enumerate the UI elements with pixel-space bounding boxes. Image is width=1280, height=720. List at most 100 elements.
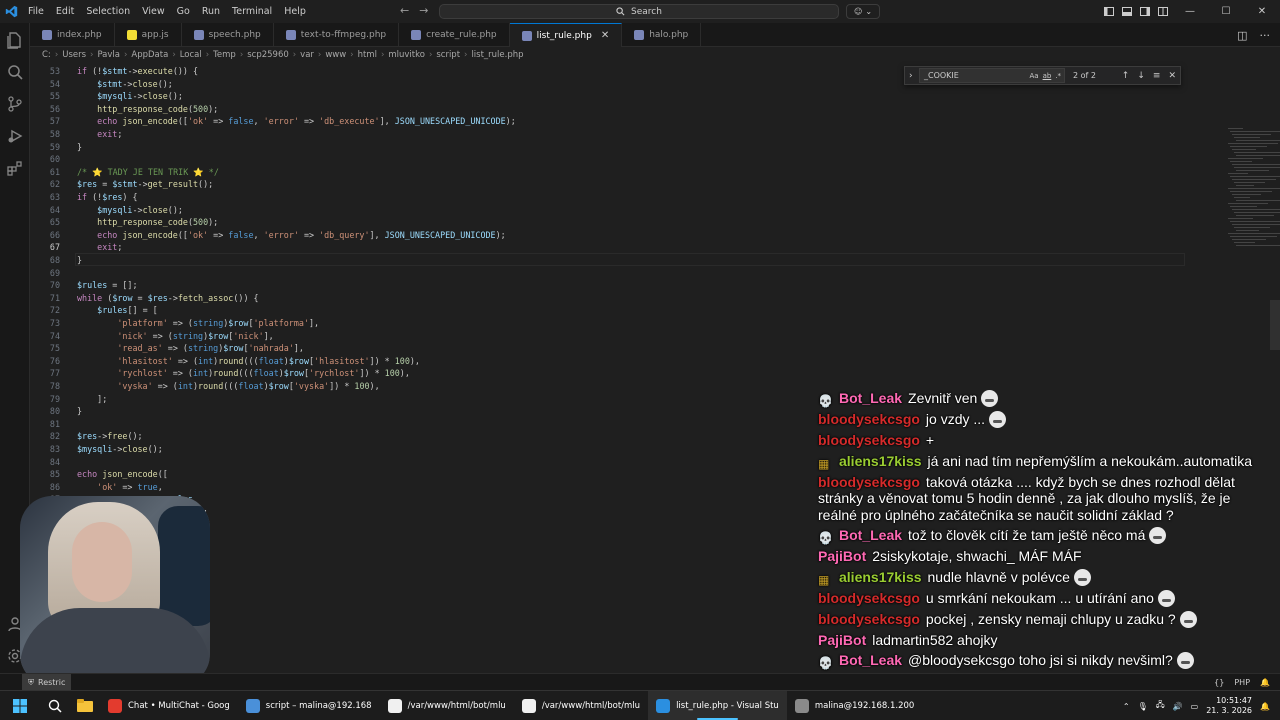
taskbar-search-icon[interactable] <box>40 691 70 720</box>
taskbar-app[interactable]: Chat • MultiChat - Goog <box>100 691 238 720</box>
line-number: 79 <box>49 393 60 404</box>
close-tab-icon[interactable]: ✕ <box>601 30 609 41</box>
minimap-line <box>1232 179 1276 180</box>
breadcrumb-item[interactable]: Users <box>62 50 86 60</box>
chat-username[interactable]: bloodysekcsgo <box>818 474 920 490</box>
minimap[interactable] <box>1220 124 1280 254</box>
tab-list-rule-php[interactable]: list_rule.php ✕ <box>509 23 623 47</box>
tab-speech-php[interactable]: speech.php <box>182 23 274 47</box>
menu-view[interactable]: View <box>136 6 171 17</box>
close-find-icon[interactable]: ✕ <box>1164 71 1180 81</box>
explorer-icon[interactable] <box>6 31 24 49</box>
chat-username[interactable]: PajiBot <box>818 632 866 648</box>
notifications-bell-icon[interactable]: 🔔 <box>1260 678 1270 687</box>
chat-username[interactable]: aliens17kiss <box>839 453 922 469</box>
battery-icon[interactable]: ▭ <box>1191 702 1199 711</box>
search-icon[interactable] <box>6 63 24 81</box>
breadcrumb-item[interactable]: Local <box>180 50 202 60</box>
find-in-selection-icon[interactable]: ≡ <box>1149 71 1165 81</box>
breadcrumb-item[interactable]: Pavla <box>97 50 120 60</box>
editor-scrollbar[interactable] <box>1270 300 1280 350</box>
menu-run[interactable]: Run <box>196 6 226 17</box>
toggle-replace-chevron-icon[interactable]: › <box>909 71 913 81</box>
menu-go[interactable]: Go <box>171 6 196 17</box>
volume-icon[interactable]: 🔊 <box>1173 702 1183 711</box>
breadcrumb-item[interactable]: AppData <box>131 50 168 60</box>
maximize-button[interactable]: ☐ <box>1208 0 1244 23</box>
tab-app-js[interactable]: app.js <box>115 23 182 47</box>
chat-username[interactable]: PajiBot <box>818 548 866 564</box>
close-window-button[interactable]: ✕ <box>1244 0 1280 23</box>
command-search-box[interactable]: Search <box>439 4 839 19</box>
taskbar-app[interactable]: /var/www/html/bot/mlu <box>380 691 514 720</box>
extensions-icon[interactable] <box>6 159 24 177</box>
menu-help[interactable]: Help <box>278 6 312 17</box>
restricted-mode-indicator[interactable]: ⛨ Restric <box>22 674 72 691</box>
menu-terminal[interactable]: Terminal <box>226 6 278 17</box>
menu-file[interactable]: File <box>22 6 50 17</box>
menu-edit[interactable]: Edit <box>50 6 80 17</box>
match-whole-word-option[interactable]: ab <box>1043 72 1052 80</box>
windows-start-button[interactable] <box>0 691 40 720</box>
more-actions-icon[interactable]: ··· <box>1260 29 1271 42</box>
tray-chevron-icon[interactable]: ⌃ <box>1123 702 1130 711</box>
tab-index-php[interactable]: index.php <box>30 23 115 47</box>
minimap-line <box>1232 134 1271 135</box>
clock[interactable]: 10:51:47 21. 3. 2026 <box>1206 696 1252 716</box>
breadcrumb-separator-icon: › <box>54 49 59 60</box>
chat-username[interactable]: Bot_Leak <box>839 390 902 406</box>
taskbar-app[interactable]: script – malina@192.168 <box>238 691 380 720</box>
minimize-button[interactable]: — <box>1172 0 1208 23</box>
taskbar-app[interactable]: list_rule.php - Visual Stu <box>648 690 787 720</box>
breadcrumb-item[interactable]: C: <box>42 50 51 60</box>
minimap-line <box>1228 143 1278 144</box>
microphone-icon[interactable]: 🎙 <box>1138 702 1148 711</box>
breadcrumb-item[interactable]: var <box>300 50 314 60</box>
file-explorer-icon[interactable] <box>70 691 100 720</box>
customize-layout-icon[interactable] <box>1154 0 1172 23</box>
chat-username[interactable]: bloodysekcsgo <box>818 411 920 427</box>
tab-halo-php[interactable]: halo.php <box>622 23 702 47</box>
line-number: 80 <box>49 406 60 417</box>
breadcrumb-item[interactable]: html <box>358 50 377 60</box>
breadcrumb-item[interactable]: Temp <box>213 50 236 60</box>
taskbar-app[interactable]: /var/www/html/bot/mlu <box>514 691 648 720</box>
breadcrumb-item[interactable]: list_rule.php <box>471 50 523 60</box>
source-control-icon[interactable] <box>6 95 24 113</box>
breadcrumb-item[interactable]: script <box>436 50 460 60</box>
minimap-line <box>1236 170 1269 171</box>
breadcrumb-item[interactable]: www <box>325 50 346 60</box>
find-input[interactable]: _COOKIE Aa ab .* <box>919 68 1066 83</box>
chat-username[interactable]: Bot_Leak <box>839 652 902 668</box>
run-debug-icon[interactable] <box>6 127 24 145</box>
chat-username[interactable]: bloodysekcsgo <box>818 611 920 627</box>
match-case-option[interactable]: Aa <box>1029 72 1038 80</box>
chat-overlay: 💀 Bot_Leak Zevnitř ven bloodysekcsgo jo vzdy… <box>814 388 1274 671</box>
forward-arrow-icon[interactable]: → <box>419 4 428 17</box>
taskbar-app[interactable]: malina@192.168.1.200 <box>787 691 923 720</box>
previous-match-icon[interactable]: ↑ <box>1118 71 1134 81</box>
toggle-secondary-sidebar-icon[interactable] <box>1136 0 1154 23</box>
breadcrumb-item[interactable]: mluvitko <box>388 50 425 60</box>
regex-option[interactable]: .* <box>1055 72 1061 80</box>
menu-selection[interactable]: Selection <box>80 6 136 17</box>
next-match-icon[interactable]: ↓ <box>1133 71 1149 81</box>
back-arrow-icon[interactable]: ← <box>400 4 409 17</box>
tab-text-to-ffmpeg-php[interactable]: text-to-ffmpeg.php <box>274 23 400 47</box>
chat-username[interactable]: Bot_Leak <box>839 527 902 543</box>
braces-icon[interactable]: {} <box>1214 678 1224 687</box>
toggle-sidebar-icon[interactable] <box>1100 0 1118 23</box>
chat-username[interactable]: bloodysekcsgo <box>818 432 920 448</box>
chat-username[interactable]: aliens17kiss <box>839 569 922 585</box>
code-line: 65 http_response_code(500); <box>30 216 1190 229</box>
toggle-panel-icon[interactable] <box>1118 0 1136 23</box>
split-editor-icon[interactable]: ◫ <box>1237 29 1247 42</box>
network-icon[interactable]: 🖧 <box>1156 699 1165 713</box>
tab-create-rule-php[interactable]: create_rule.php <box>399 23 510 47</box>
code-line: 56 http_response_code(500); <box>30 103 1190 116</box>
chat-username[interactable]: bloodysekcsgo <box>818 590 920 606</box>
notification-icon[interactable]: 🔔 <box>1260 702 1270 711</box>
breadcrumb-item[interactable]: scp25960 <box>247 50 289 60</box>
copilot-button[interactable]: ☺ ⌄ <box>846 4 880 19</box>
language-mode[interactable]: PHP <box>1234 678 1250 687</box>
